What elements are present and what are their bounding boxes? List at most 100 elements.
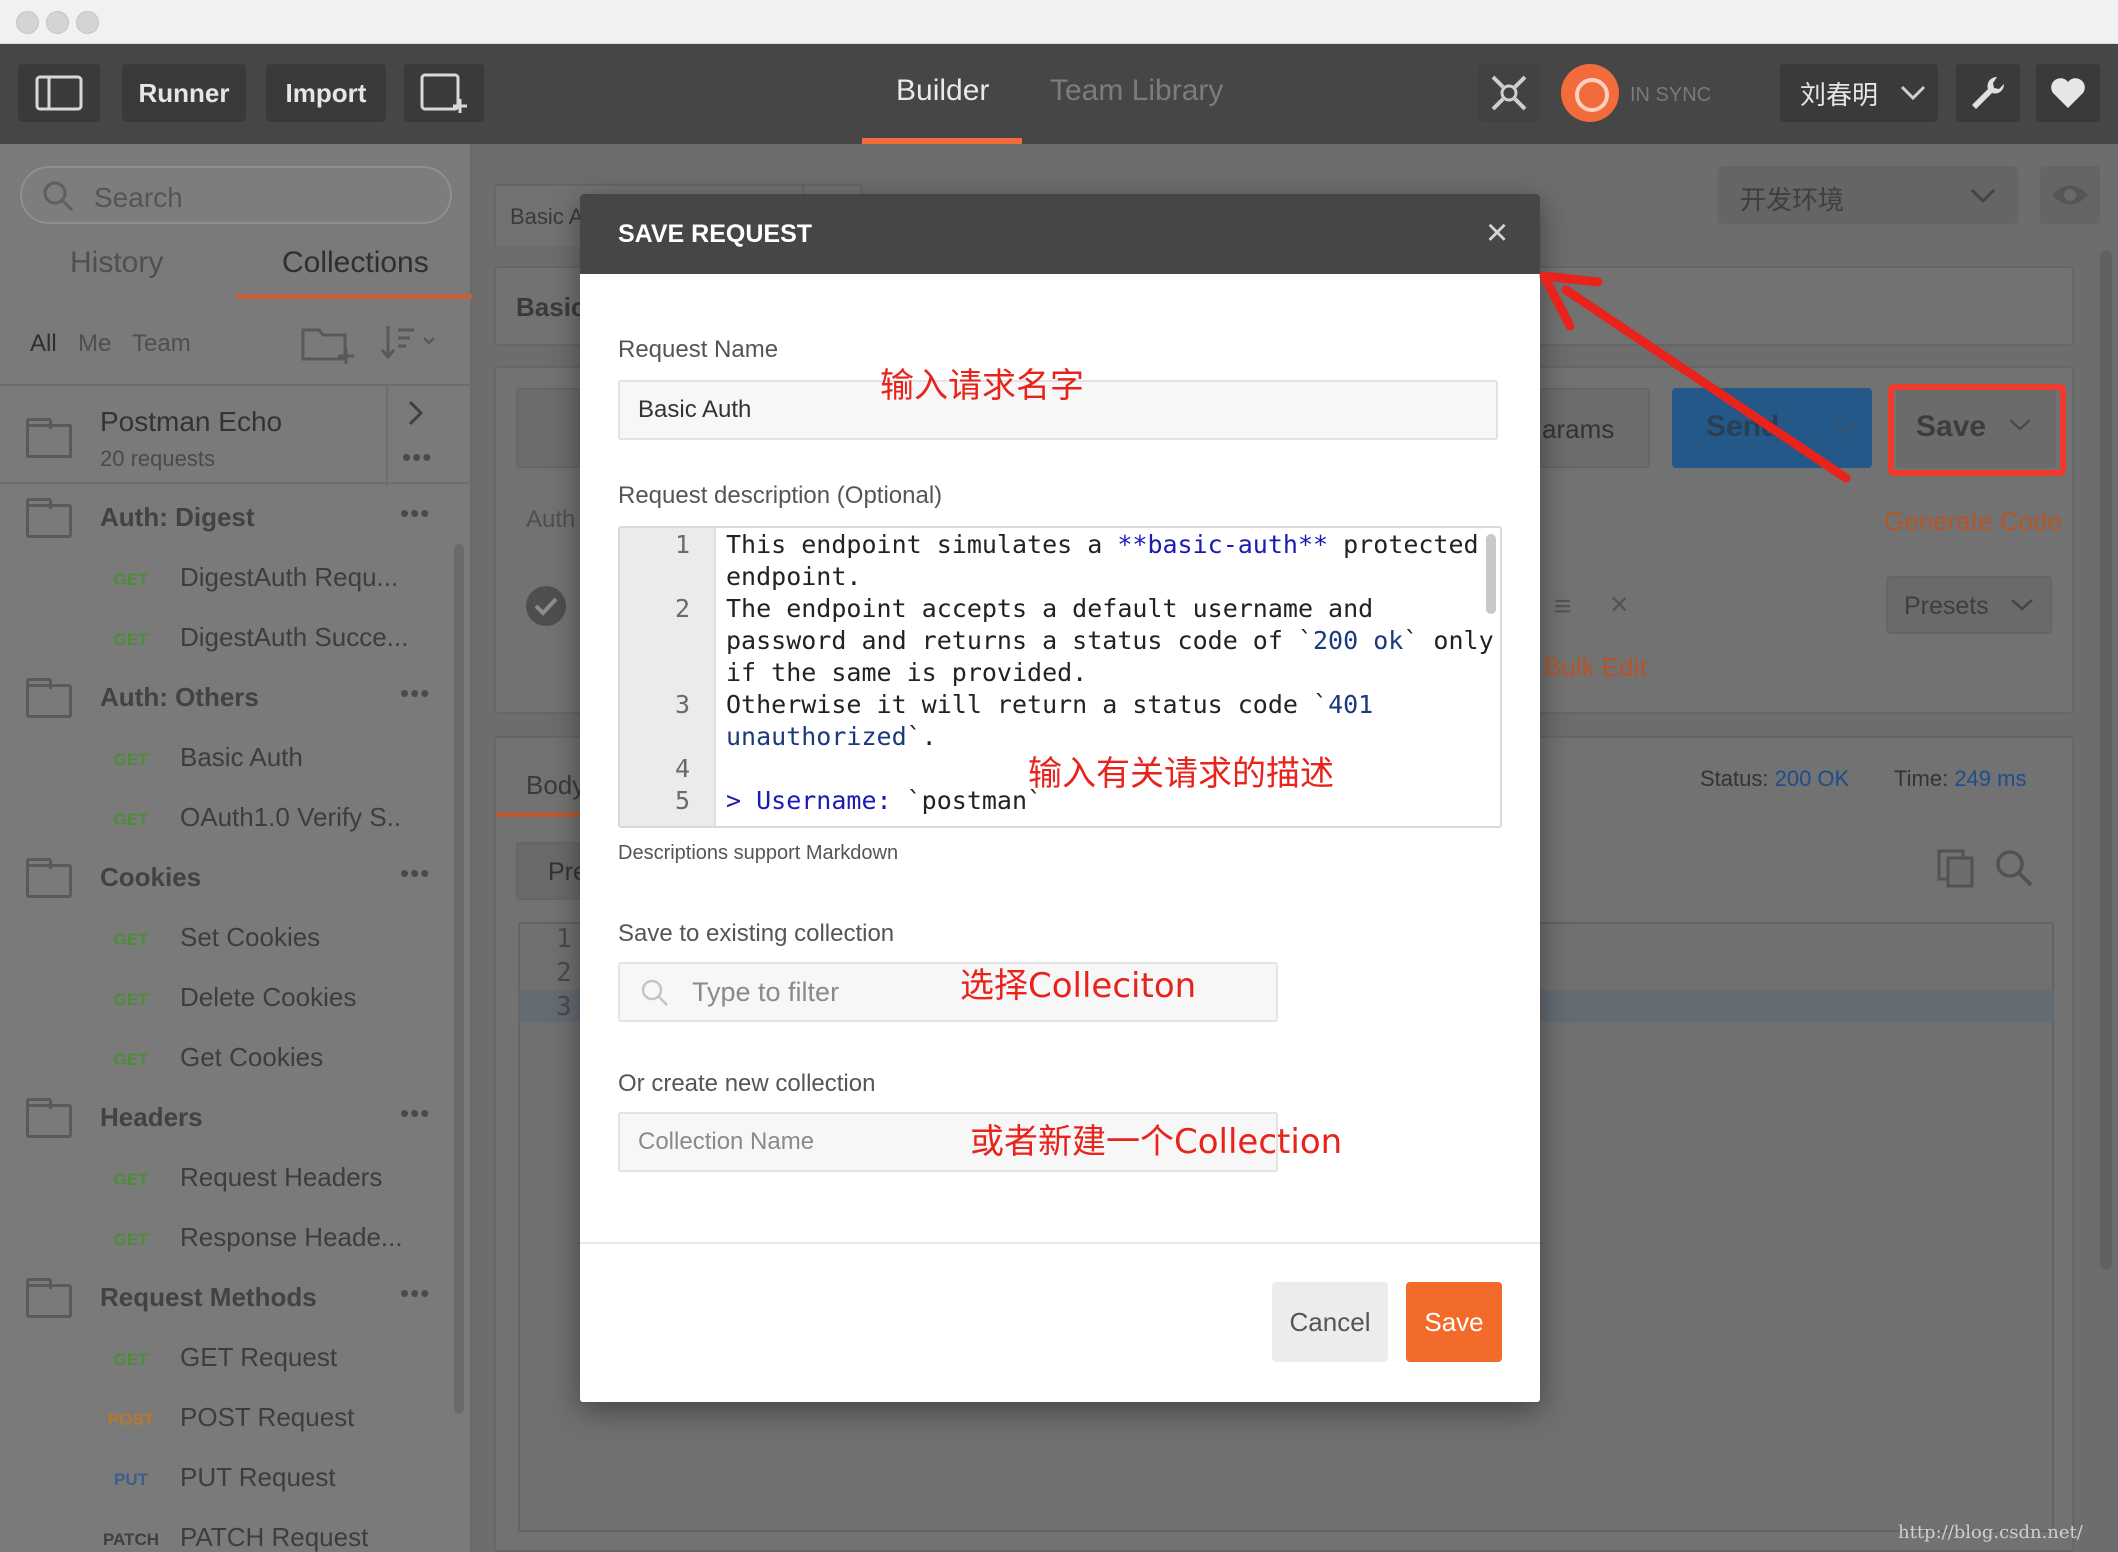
zoom-window-button[interactable] xyxy=(76,11,99,34)
chevron-down-icon[interactable] xyxy=(1832,422,1856,436)
delete-icon[interactable]: × xyxy=(1610,586,1629,623)
save-button[interactable]: Save xyxy=(1406,1282,1502,1362)
request-item[interactable]: GET DigestAuth Succe... xyxy=(0,608,472,668)
close-icon[interactable]: × xyxy=(1486,212,1508,255)
editor-gutter xyxy=(620,528,716,826)
folder-icon xyxy=(26,678,72,718)
sort-icon[interactable] xyxy=(380,324,440,360)
request-item[interactable]: POST POST Request xyxy=(0,1388,472,1448)
request-item[interactable]: GET GET Request xyxy=(0,1328,472,1388)
editor-line: endpoint. xyxy=(726,562,861,591)
more-icon[interactable]: ••• xyxy=(402,442,432,473)
main-scrollbar[interactable] xyxy=(2100,250,2112,1270)
new-collection-icon[interactable] xyxy=(300,320,356,364)
body-tab[interactable]: Body xyxy=(526,770,585,801)
auth-tab[interactable]: Auth xyxy=(526,506,575,534)
bulk-edit-link[interactable]: Bulk Edit xyxy=(1544,652,1647,683)
import-button[interactable]: Import xyxy=(266,64,386,122)
more-icon[interactable]: ••• xyxy=(400,1278,430,1309)
markdown-hint: Descriptions support Markdown xyxy=(618,842,899,864)
request-item[interactable]: GET Delete Cookies xyxy=(0,968,472,1028)
filter-placeholder: Type to filter xyxy=(692,976,840,1007)
filter-all[interactable]: All xyxy=(30,330,57,358)
generate-code-link[interactable]: Generate Code xyxy=(1884,506,2062,537)
sidebar-search-input[interactable]: Search xyxy=(20,166,452,224)
folder-name: Headers xyxy=(100,1102,203,1132)
folder-row[interactable]: Auth: Others ••• xyxy=(0,668,472,728)
presets-label: Presets xyxy=(1904,592,1989,620)
interceptor-button[interactable] xyxy=(1478,64,1540,122)
user-menu[interactable]: 刘春明 xyxy=(1780,64,1938,122)
collection-actions: ••• xyxy=(386,386,472,486)
collection-name: Postman Echo xyxy=(100,406,283,437)
send-button[interactable]: Send xyxy=(1672,388,1872,468)
request-item[interactable]: GET Response Heade... xyxy=(0,1208,472,1268)
satellite-icon xyxy=(1491,75,1527,111)
request-item[interactable]: GET OAuth1.0 Verify S.. xyxy=(0,788,472,848)
chevron-down-icon xyxy=(1970,188,1996,204)
request-name: Request Headers xyxy=(180,1162,383,1192)
request-item[interactable]: GET Request Headers xyxy=(0,1148,472,1208)
request-item[interactable]: GET Get Cookies xyxy=(0,1028,472,1088)
request-item[interactable]: PATCH PATCH Request xyxy=(0,1508,472,1552)
folder-row[interactable]: Auth: Digest ••• xyxy=(0,488,472,548)
save-highlight-annotation xyxy=(1888,384,2066,476)
more-icon[interactable]: ••• xyxy=(400,678,430,709)
request-item[interactable]: GET DigestAuth Requ... xyxy=(0,548,472,608)
editor-token: The endpoint accepts a default username … xyxy=(726,594,1374,623)
collections-tab-indicator xyxy=(236,294,472,299)
favorite-button[interactable] xyxy=(2036,64,2100,122)
close-window-button[interactable] xyxy=(16,11,39,34)
collection-count: 20 requests xyxy=(100,446,215,471)
editor-scrollbar[interactable] xyxy=(1486,534,1496,614)
editor-token: if the same is provided. xyxy=(726,658,1088,687)
check-circle-icon[interactable] xyxy=(524,584,568,628)
toggle-sidebar-button[interactable] xyxy=(18,64,100,122)
editor-token: This endpoint simulates a xyxy=(726,530,1118,559)
more-icon[interactable]: ••• xyxy=(400,498,430,529)
request-item[interactable]: PUT PUT Request xyxy=(0,1448,472,1508)
sync-status-icon[interactable] xyxy=(1561,64,1619,122)
runner-button[interactable]: Runner xyxy=(122,64,246,122)
drag-handle-icon[interactable]: ≡ xyxy=(1554,590,1572,624)
folder-row[interactable]: Request Methods ••• xyxy=(0,1268,472,1328)
existing-collection-label: Save to existing collection xyxy=(618,920,895,947)
new-collection-label: Or create new collection xyxy=(618,1070,876,1097)
params-button[interactable]: arams xyxy=(1542,414,1614,445)
presets-dropdown[interactable]: Presets xyxy=(1886,576,2052,634)
watermark: http://blog.csdn.net/ xyxy=(1898,1522,2083,1543)
tab-team-library[interactable]: Team Library xyxy=(1050,74,1223,108)
more-icon[interactable]: ••• xyxy=(400,1098,430,1129)
request-item[interactable]: GET Basic Auth xyxy=(0,728,472,788)
sidebar-scrollbar[interactable] xyxy=(454,544,464,1414)
request-name: PUT Request xyxy=(180,1462,336,1492)
settings-button[interactable] xyxy=(1956,64,2020,122)
folder-row[interactable]: Cookies ••• xyxy=(0,848,472,908)
request-name: OAuth1.0 Verify S.. xyxy=(180,802,402,832)
request-item[interactable]: GET Set Cookies xyxy=(0,908,472,968)
method-badge: POST xyxy=(107,1410,155,1429)
line-number: 2 xyxy=(556,958,572,988)
editor-token: ` only xyxy=(1403,626,1494,655)
user-name: 刘春明 xyxy=(1800,79,1879,110)
heart-icon xyxy=(2051,78,2085,108)
copy-icon[interactable] xyxy=(1936,848,1976,888)
collection-postman-echo[interactable]: Postman Echo 20 requests ••• xyxy=(0,384,472,486)
filter-team[interactable]: Team xyxy=(132,330,191,358)
tab-history[interactable]: History xyxy=(70,246,163,280)
search-icon[interactable] xyxy=(1994,848,2034,888)
environment-select[interactable]: 开发环境 xyxy=(1718,166,2018,224)
filter-me[interactable]: Me xyxy=(78,330,111,358)
tab-builder[interactable]: Builder xyxy=(896,74,989,108)
folder-row[interactable]: Headers ••• xyxy=(0,1088,472,1148)
more-icon[interactable]: ••• xyxy=(400,858,430,889)
chevron-right-icon[interactable] xyxy=(406,398,426,428)
tab-collections[interactable]: Collections xyxy=(282,246,429,280)
request-tab-label: Basic A xyxy=(510,204,584,229)
environment-quick-look[interactable] xyxy=(2040,166,2100,224)
cancel-button[interactable]: Cancel xyxy=(1272,1282,1388,1362)
editor-token: 401 xyxy=(1328,690,1374,719)
editor-line: unauthorized`. xyxy=(726,722,937,751)
minimize-window-button[interactable] xyxy=(46,11,69,34)
new-window-button[interactable] xyxy=(404,64,484,122)
